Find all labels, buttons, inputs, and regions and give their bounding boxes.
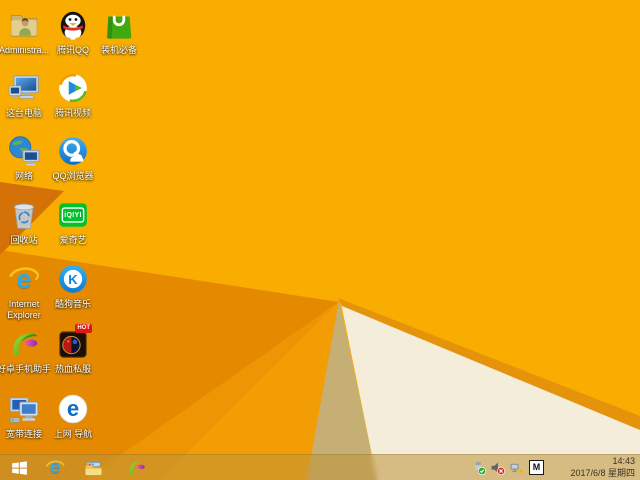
green-swirl-icon (129, 461, 145, 476)
input-method-indicator[interactable]: M (529, 460, 544, 475)
hot-badge: HOT (75, 324, 92, 333)
iqiyi-icon (59, 203, 87, 227)
recycle-bin-icon (14, 203, 34, 229)
desktop-icon-tencent-video[interactable]: 腾讯视频 (43, 71, 103, 119)
shopping-bag-icon (106, 15, 132, 39)
qq-browser-icon (59, 137, 87, 165)
taskbar: e M 14:43 2017/6/8 星期四 (0, 454, 640, 480)
icon-label: 腾讯视频 (54, 108, 91, 118)
start-button[interactable] (6, 456, 32, 480)
icon-label: 爱奇艺 (59, 235, 87, 245)
folder-icon (84, 461, 102, 475)
qq-penguin-icon (60, 11, 86, 41)
kugou-icon (59, 265, 87, 293)
taskbar-haozhuo-assistant[interactable] (123, 456, 149, 480)
broadband-connection-icon (9, 397, 39, 423)
taskbar-internet-explorer[interactable]: e (42, 456, 68, 480)
green-swirl-icon (13, 333, 38, 357)
desktop-icon-kugou-music[interactable]: K 酷狗音乐 (43, 262, 103, 310)
system-tray: M 14:43 2017/6/8 星期四 (472, 456, 640, 479)
desktop[interactable]: Administra... 腾讯QQ 装机必备 这台电脑 腾讯视频 网络 QQ浏… (0, 0, 640, 480)
icon-label: 装机必备 (100, 45, 137, 55)
desktop-icon-zhuangji-bibei[interactable]: 装机必备 (89, 8, 149, 56)
desktop-icon-shangwang-daohang[interactable]: e 上网 导航 (43, 392, 103, 440)
icon-label: 热血私服 (54, 364, 91, 374)
icon-label: 上网 导航 (53, 429, 93, 439)
ie-swoosh-icon (9, 267, 40, 281)
desktop-icon-qq-browser[interactable]: QQ浏览器 (43, 134, 103, 182)
clock-date: 2017/6/8 星期四 (570, 467, 635, 478)
clock-time: 14:43 (612, 455, 635, 466)
play-button-icon (59, 73, 87, 103)
desktop-icon-iqiyi[interactable]: iQIYI 爱奇艺 (43, 198, 103, 246)
ie-swoosh-icon (45, 460, 65, 467)
usb-safely-remove-icon[interactable] (472, 461, 486, 475)
navigation-e-icon (58, 394, 88, 424)
network-status-icon[interactable] (510, 461, 524, 475)
icon-label: QQ浏览器 (52, 171, 94, 181)
taskbar-file-explorer[interactable] (80, 456, 106, 480)
computer-icon (8, 75, 39, 99)
volume-muted-icon[interactable] (491, 461, 505, 475)
desktop-icon-rexue-sifu[interactable]: HOT 热血私服 (43, 324, 103, 375)
icon-label: 酷狗音乐 (54, 299, 91, 309)
user-folder-icon (10, 15, 38, 37)
windows-logo-icon (11, 460, 27, 475)
taskbar-clock[interactable]: 14:43 2017/6/8 星期四 (555, 456, 635, 479)
globe-monitor-icon (9, 136, 40, 166)
